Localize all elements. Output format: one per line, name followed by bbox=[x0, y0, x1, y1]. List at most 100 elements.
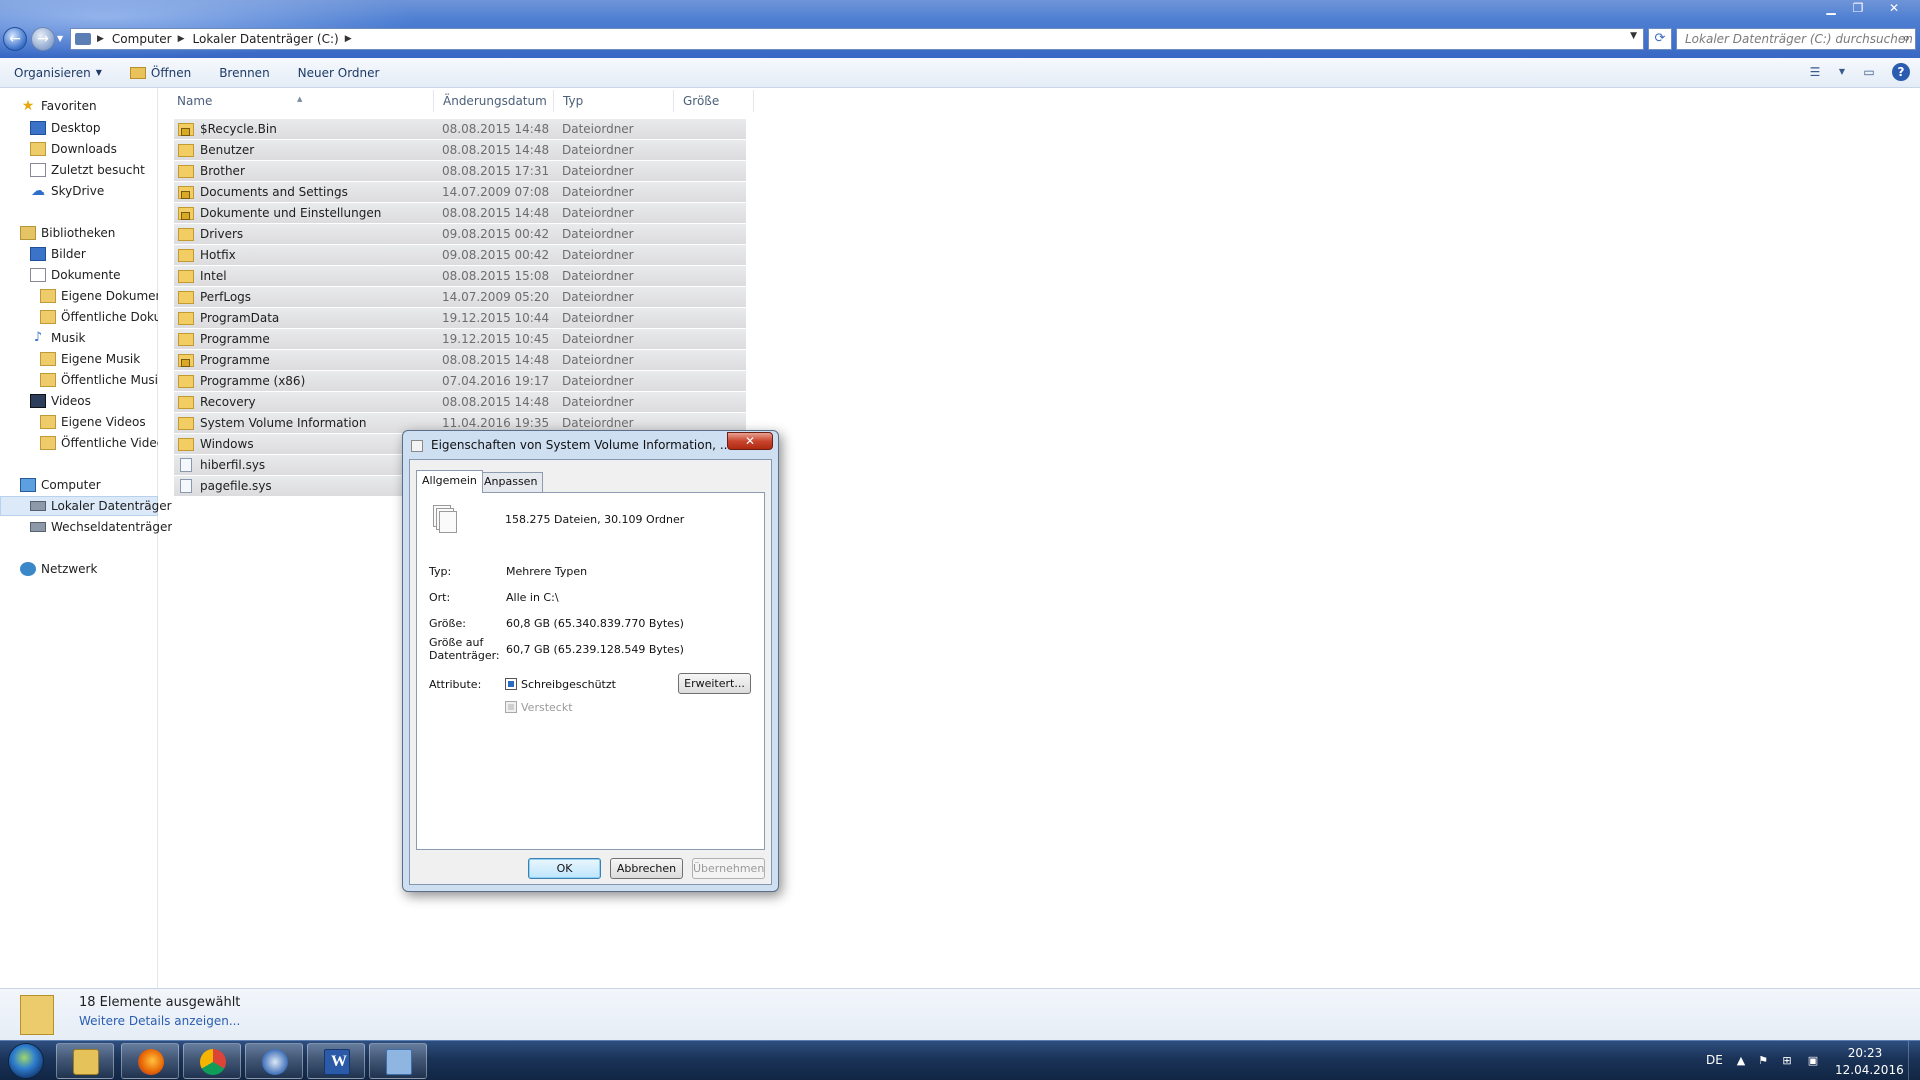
breadcrumb-separator-icon[interactable]: ▶ bbox=[178, 34, 185, 44]
nav-desktop[interactable]: Desktop bbox=[30, 118, 101, 138]
windows-icon[interactable]: ⊞ bbox=[1780, 1054, 1794, 1068]
start-button[interactable] bbox=[8, 1043, 44, 1079]
nav-skydrive[interactable]: ☁ SkyDrive bbox=[30, 181, 104, 201]
hidden-checkbox[interactable] bbox=[505, 701, 517, 713]
nav-recent[interactable]: Zuletzt besucht bbox=[30, 160, 145, 180]
taskbar-explorer[interactable] bbox=[56, 1043, 114, 1079]
nav-removable[interactable]: Wechseldatenträger bbox=[30, 517, 172, 537]
file-row[interactable]: Programme (x86) 07.04.2016 19:17 Dateiordn… bbox=[174, 370, 746, 391]
column-header-date[interactable]: Änderungsdatum bbox=[434, 90, 554, 112]
nav-local-disk[interactable]: Lokaler Datenträger bbox=[30, 496, 172, 516]
taskbar: W DE ▲ ⚑ ⊞ ▣ 20:23 12.04.2016 bbox=[0, 1040, 1920, 1080]
column-header-name[interactable]: Name ▲ bbox=[168, 90, 434, 112]
back-button[interactable]: ← bbox=[3, 27, 27, 51]
command-bar: Organisieren ▼ Öffnen Brennen Neuer Ordn… bbox=[0, 58, 1920, 88]
organize-button[interactable]: Organisieren ▼ bbox=[0, 66, 116, 80]
file-row[interactable]: Recovery 08.08.2015 14:48 Dateiordner bbox=[174, 391, 746, 412]
nav-label: Öffentliche Videos bbox=[61, 436, 158, 450]
file-row[interactable]: Documents and Settings 14.07.2009 07:08 Da… bbox=[174, 181, 746, 202]
minimize-button[interactable]: ▁ bbox=[1818, 0, 1844, 18]
network-status-icon[interactable]: ▣ bbox=[1806, 1054, 1820, 1068]
file-name: Documents and Settings bbox=[200, 185, 348, 199]
language-indicator[interactable]: DE bbox=[1706, 1053, 1723, 1067]
view-options-icon[interactable]: ☰ bbox=[1806, 63, 1824, 81]
address-bar[interactable]: ▶ Computer ▶ Lokaler Datenträger (C:) ▶ … bbox=[70, 28, 1644, 50]
nav-computer[interactable]: Computer bbox=[20, 475, 101, 495]
breadcrumb-separator-icon[interactable]: ▶ bbox=[97, 34, 104, 44]
nav-my-videos[interactable]: Eigene Videos bbox=[40, 412, 158, 432]
show-hidden-icons-icon[interactable]: ▲ bbox=[1734, 1054, 1748, 1068]
file-type: Dateiordner bbox=[562, 248, 634, 262]
taskbar-chrome[interactable] bbox=[183, 1043, 241, 1079]
address-dropdown-icon[interactable]: ▼ bbox=[1630, 31, 1637, 41]
tab-customize[interactable]: Anpassen bbox=[478, 472, 544, 492]
maximize-button[interactable]: ❐ bbox=[1845, 0, 1871, 18]
column-header-type[interactable]: Typ bbox=[554, 90, 674, 112]
cancel-button[interactable]: Abbrechen bbox=[610, 858, 683, 879]
taskbar-thunderbird[interactable] bbox=[245, 1043, 303, 1079]
nav-downloads[interactable]: Downloads bbox=[30, 139, 117, 159]
action-center-flag-icon[interactable]: ⚑ bbox=[1756, 1054, 1770, 1068]
readonly-checkbox[interactable] bbox=[505, 678, 517, 690]
search-icon[interactable]: ⌕ bbox=[1903, 29, 1910, 49]
show-desktop-button[interactable] bbox=[1908, 1041, 1920, 1080]
more-details-link[interactable]: Weitere Details anzeigen... bbox=[79, 1014, 240, 1028]
apply-button[interactable]: Übernehmen bbox=[692, 858, 765, 879]
hidden-label[interactable]: Versteckt bbox=[521, 701, 573, 714]
new-folder-button[interactable]: Neuer Ordner bbox=[284, 66, 394, 80]
search-input[interactable]: Lokaler Datenträger (C:) durchsuchen ⌕ bbox=[1676, 28, 1916, 50]
nav-label: SkyDrive bbox=[51, 184, 105, 198]
file-row[interactable]: ProgramData 19.12.2015 10:44 Dateiordner bbox=[174, 307, 746, 328]
nav-favorites[interactable]: ★ Favoriten bbox=[20, 96, 97, 116]
nav-pictures[interactable]: Bilder bbox=[30, 244, 86, 264]
open-button[interactable]: Öffnen bbox=[116, 66, 205, 80]
refresh-button[interactable]: ⟳ bbox=[1648, 28, 1672, 50]
taskbar-firefox[interactable] bbox=[121, 1043, 179, 1079]
nav-documents[interactable]: Dokumente bbox=[30, 265, 121, 285]
clock-time[interactable]: 20:23 bbox=[1835, 1046, 1895, 1060]
nav-network[interactable]: Netzwerk bbox=[20, 559, 97, 579]
clock-date[interactable]: 12.04.2016 bbox=[1835, 1063, 1904, 1077]
file-row[interactable]: Dokumente und Einstellungen 08.08.2015 14… bbox=[174, 202, 746, 223]
preview-pane-icon[interactable]: ▭ bbox=[1860, 63, 1878, 81]
nav-public-music[interactable]: Öffentliche Musik bbox=[40, 370, 158, 390]
dialog-titlebar[interactable]: Eigenschaften von System Volume Informat… bbox=[403, 431, 778, 459]
file-row[interactable]: Benutzer 08.08.2015 14:48 Dateiordner bbox=[174, 139, 746, 160]
advanced-button[interactable]: Erweitert... bbox=[678, 673, 751, 694]
file-row[interactable]: $Recycle.Bin 08.08.2015 14:48 Dateiordner bbox=[174, 118, 746, 139]
arrow-left-icon: ← bbox=[9, 31, 21, 47]
readonly-label[interactable]: Schreibgeschützt bbox=[521, 678, 616, 691]
breadcrumb-computer[interactable]: Computer bbox=[112, 32, 172, 46]
nav-my-documents[interactable]: Eigene Dokumente bbox=[40, 286, 158, 306]
file-row[interactable]: Intel 08.08.2015 15:08 Dateiordner bbox=[174, 265, 746, 286]
taskbar-word[interactable]: W bbox=[307, 1043, 365, 1079]
nav-my-music[interactable]: Eigene Musik bbox=[40, 349, 158, 369]
recent-pages-dropdown[interactable]: ▼ bbox=[57, 34, 63, 43]
file-type: Dateiordner bbox=[562, 374, 634, 388]
close-window-button[interactable]: ✕ bbox=[1872, 0, 1916, 18]
help-icon[interactable]: ? bbox=[1892, 63, 1910, 81]
tab-general[interactable]: Allgemein bbox=[416, 470, 483, 493]
column-header-size[interactable]: Größe bbox=[674, 90, 754, 112]
file-row[interactable]: Hotfix 09.08.2015 00:42 Dateiordner bbox=[174, 244, 746, 265]
file-row[interactable]: Drivers 09.08.2015 00:42 Dateiordner bbox=[174, 223, 746, 244]
ok-button[interactable]: OK bbox=[528, 858, 601, 879]
breadcrumb-separator-icon[interactable]: ▶ bbox=[345, 34, 352, 44]
nav-music[interactable]: ♪ Musik bbox=[30, 328, 86, 348]
nav-videos[interactable]: Videos bbox=[30, 391, 91, 411]
burn-button[interactable]: Brennen bbox=[205, 66, 283, 80]
nav-public-videos[interactable]: Öffentliche Videos bbox=[40, 433, 158, 453]
dialog-close-button[interactable]: ✕ bbox=[727, 432, 773, 450]
file-row[interactable]: Programme 08.08.2015 14:48 Dateiordner bbox=[174, 349, 746, 370]
chevron-down-icon[interactable]: ▼ bbox=[1838, 63, 1846, 81]
breadcrumb-local-disk[interactable]: Lokaler Datenträger (C:) bbox=[193, 32, 339, 46]
file-row[interactable]: Brother 08.08.2015 17:31 Dateiordner bbox=[174, 160, 746, 181]
nav-label: Bibliotheken bbox=[41, 226, 116, 240]
file-row[interactable]: PerfLogs 14.07.2009 05:20 Dateiordner bbox=[174, 286, 746, 307]
nav-libraries[interactable]: Bibliotheken bbox=[20, 223, 115, 243]
file-date: 08.08.2015 14:48 bbox=[442, 143, 550, 157]
file-row[interactable]: Programme 19.12.2015 10:45 Dateiordner bbox=[174, 328, 746, 349]
taskbar-control-panel[interactable] bbox=[369, 1043, 427, 1079]
nav-public-documents[interactable]: Öffentliche Dokumente bbox=[40, 307, 158, 327]
forward-button[interactable]: → bbox=[31, 27, 55, 51]
